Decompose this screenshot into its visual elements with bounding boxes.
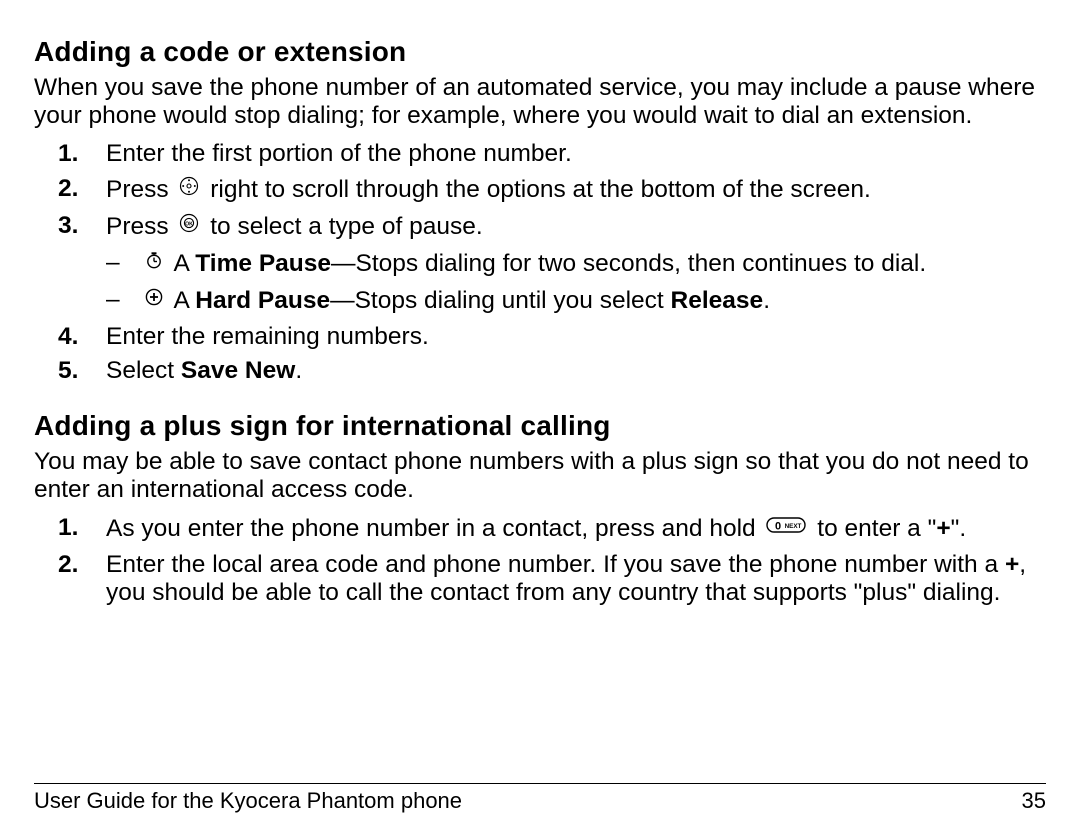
page-content: Adding a code or extension When you save… <box>34 36 1046 773</box>
svg-text:NEXT: NEXT <box>785 523 802 530</box>
ok-key-icon: OK <box>179 212 199 240</box>
step-3-text-a: Press <box>106 213 175 240</box>
sub2-b: Hard Pause <box>195 287 330 314</box>
section2-intro: You may be able to save contact phone nu… <box>34 448 1046 504</box>
nav-key-icon <box>179 175 199 203</box>
sub1-a: A <box>173 250 195 277</box>
sub1-b: Time Pause <box>195 250 331 277</box>
step-1: Enter the first portion of the phone num… <box>104 140 1046 168</box>
sec2-s1-b: to enter a " <box>817 515 936 542</box>
zero-next-key-icon: 0 NEXT <box>766 514 806 542</box>
step-2-text-a: Press <box>106 176 175 203</box>
plus-icon <box>144 286 164 314</box>
document-page: Adding a code or extension When you save… <box>0 0 1080 834</box>
sub2-e: . <box>763 287 770 314</box>
section2-steps: As you enter the phone number in a conta… <box>34 514 1046 608</box>
step-2-text-b: right to scroll through the options at t… <box>210 176 871 203</box>
step-2: Press right to scroll through the option… <box>104 175 1046 206</box>
step-5-b: Save New <box>181 357 295 384</box>
sec2-step-2: Enter the local area code and phone numb… <box>104 551 1046 607</box>
footer-guide-title: User Guide for the Kyocera Phantom phone <box>34 788 462 814</box>
sec2-s1-c: + <box>936 515 950 542</box>
sec2-s1-d: ". <box>951 515 967 542</box>
section-heading-plus-sign: Adding a plus sign for international cal… <box>34 410 1046 442</box>
step-5-a: Select <box>106 357 181 384</box>
footer-page-number: 35 <box>1022 788 1046 814</box>
step-3-text-b: to select a type of pause. <box>210 213 482 240</box>
step-5: Select Save New. <box>104 357 1046 385</box>
sub2-a: A <box>173 287 195 314</box>
step-5-c: . <box>295 357 302 384</box>
timer-icon <box>144 249 164 277</box>
step-4: Enter the remaining numbers. <box>104 323 1046 351</box>
page-footer: User Guide for the Kyocera Phantom phone… <box>34 773 1046 814</box>
section1-intro: When you save the phone number of an aut… <box>34 74 1046 130</box>
sec2-s2-b: + <box>1005 551 1019 578</box>
step-3-sub-time-pause: A Time Pause—Stops dialing for two secon… <box>106 249 1046 280</box>
section1-steps: Enter the first portion of the phone num… <box>34 140 1046 385</box>
sub1-c: —Stops dialing for two seconds, then con… <box>331 250 926 277</box>
svg-text:OK: OK <box>186 221 194 227</box>
section-heading-code-extension: Adding a code or extension <box>34 36 1046 68</box>
sec2-s2-a: Enter the local area code and phone numb… <box>106 551 1005 578</box>
sec2-s1-a: As you enter the phone number in a conta… <box>106 515 762 542</box>
sub2-d: Release <box>671 287 764 314</box>
footer-rule <box>34 783 1046 784</box>
step-3: Press OK to select a type of pause. A Ti… <box>104 212 1046 318</box>
sec2-step-1: As you enter the phone number in a conta… <box>104 514 1046 545</box>
sub2-c: —Stops dialing until you select <box>330 287 670 314</box>
svg-text:0: 0 <box>775 520 781 532</box>
step-3-sub-hard-pause: A Hard Pause—Stops dialing until you sel… <box>106 286 1046 317</box>
